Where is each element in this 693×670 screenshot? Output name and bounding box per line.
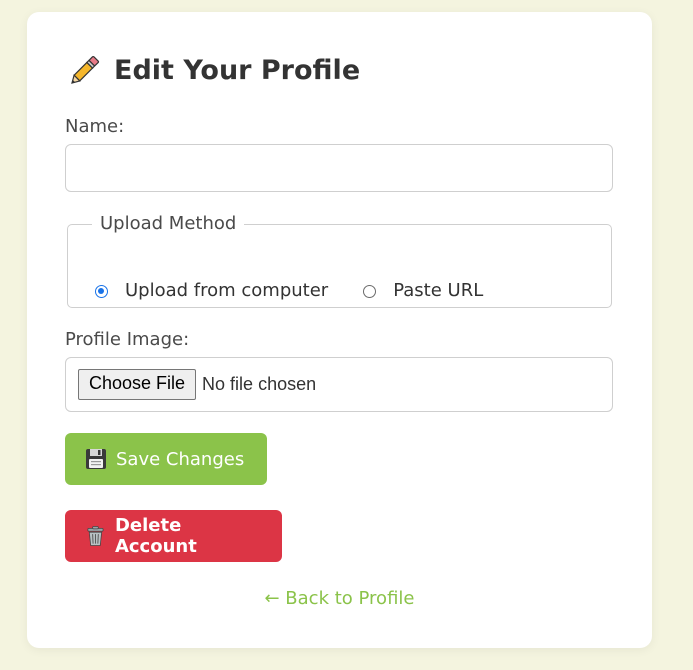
edit-profile-card: Edit Your Profile Name: Upload Method Up… (27, 12, 652, 648)
radio-paste-url[interactable]: Paste URL (363, 279, 483, 303)
save-changes-button[interactable]: Save Changes (65, 433, 267, 485)
profile-image-label: Profile Image: (65, 329, 190, 350)
upload-method-legend: Upload Method (100, 213, 237, 234)
radio-button-unchecked[interactable] (363, 284, 377, 298)
trash-icon (87, 526, 104, 546)
radio-label: Paste URL (393, 280, 484, 301)
file-status-text: No file chosen (202, 374, 317, 394)
radio-upload-from-computer[interactable]: Upload from computer (95, 279, 328, 303)
page-title-text: Edit Your Profile (114, 55, 361, 86)
save-changes-label: Save Changes (116, 448, 245, 470)
floppy-disk-icon (86, 449, 106, 469)
profile-image-file-input[interactable]: Choose File No file chosen (65, 357, 613, 412)
delete-account-label: Delete Account (114, 515, 197, 557)
upload-method-options: Upload from computer Paste URL (95, 279, 518, 303)
back-to-profile-link[interactable]: ← Back to Profile (27, 587, 652, 611)
name-input[interactable] (65, 144, 613, 192)
upload-method-fieldset: Upload Method Upload from computer Paste… (67, 212, 612, 308)
pencil-icon (71, 55, 100, 84)
name-label: Name: (65, 116, 125, 137)
choose-file-button[interactable]: Choose File (78, 369, 197, 400)
radio-button-checked[interactable] (95, 284, 108, 298)
delete-account-button[interactable]: Delete Account (65, 510, 282, 562)
page-title: Edit Your Profile (66, 52, 360, 90)
radio-label: Upload from computer (125, 280, 329, 301)
